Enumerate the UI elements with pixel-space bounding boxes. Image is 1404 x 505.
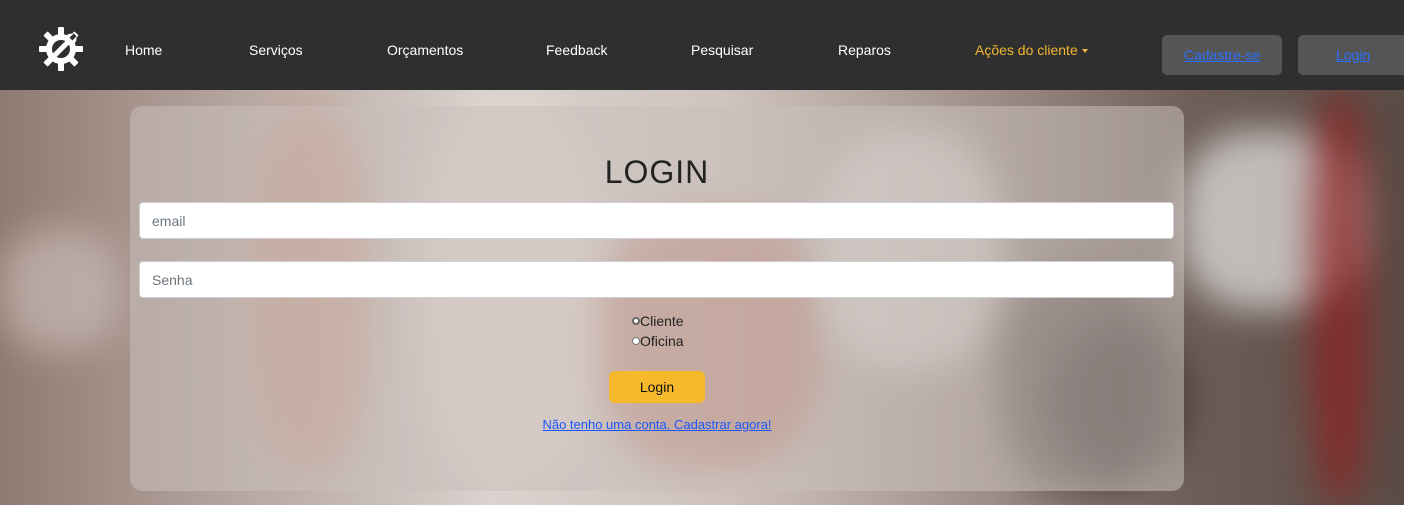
navbar: Home Serviços Orçamentos Feedback Pesqui… bbox=[0, 0, 1404, 90]
radio-oficina-button[interactable] bbox=[632, 337, 640, 345]
login-title: LOGIN bbox=[604, 154, 710, 190]
caret-down-icon bbox=[1081, 49, 1088, 53]
login-submit-button[interactable]: Login bbox=[609, 371, 705, 403]
nav-reparos[interactable]: Reparos bbox=[838, 42, 891, 58]
radio-cliente[interactable]: Cliente bbox=[632, 313, 684, 329]
nav-orcamentos[interactable]: Orçamentos bbox=[387, 42, 463, 58]
nav-home[interactable]: Home bbox=[125, 42, 162, 58]
login-card: LOGIN Cliente Oficina Login Não tenho um… bbox=[130, 106, 1184, 491]
password-input[interactable] bbox=[139, 261, 1174, 298]
radio-cliente-label: Cliente bbox=[640, 313, 684, 329]
client-actions-dropdown[interactable]: Ações do cliente bbox=[975, 42, 1088, 58]
radio-oficina[interactable]: Oficina bbox=[632, 333, 684, 349]
signup-link[interactable]: Não tenho uma conta. Cadastrar agora! bbox=[130, 417, 1184, 432]
login-nav-button[interactable]: Login bbox=[1298, 35, 1404, 75]
gear-wrench-icon[interactable] bbox=[36, 24, 86, 74]
email-input[interactable] bbox=[139, 202, 1174, 239]
nav-feedback[interactable]: Feedback bbox=[546, 42, 607, 58]
nav-pesquisar[interactable]: Pesquisar bbox=[691, 42, 753, 58]
signup-nav-button[interactable]: Cadastre-se bbox=[1162, 35, 1282, 75]
nav-servicos[interactable]: Serviços bbox=[249, 42, 303, 58]
client-actions-label: Ações do cliente bbox=[975, 42, 1078, 58]
radio-cliente-button[interactable] bbox=[632, 317, 640, 325]
radio-oficina-label: Oficina bbox=[640, 333, 684, 349]
